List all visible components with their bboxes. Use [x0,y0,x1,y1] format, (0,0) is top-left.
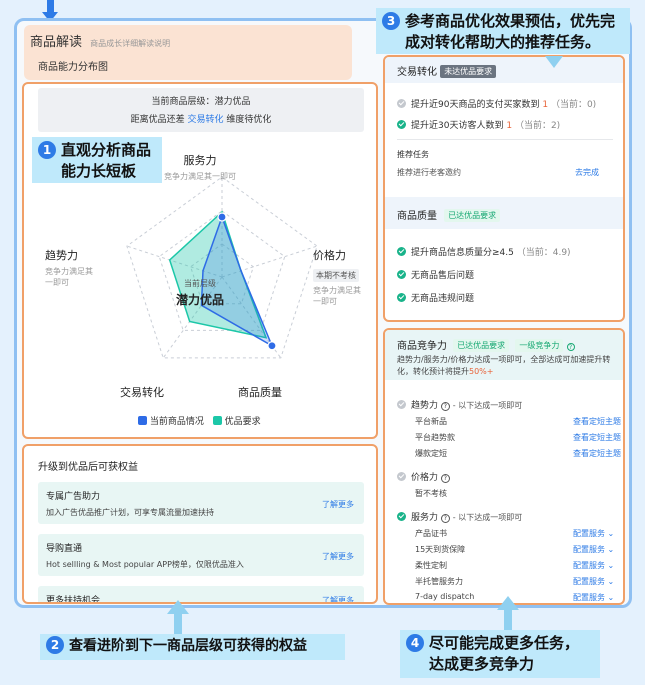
service-item-2: 15天到货保障 [415,545,466,554]
trend-item-2: 平台趋势款 [415,433,455,442]
trade-task-2: 提升近30天访客人数到 1 （当前：2) [397,118,560,131]
group-trend: 趋势力 ? - 以下达成一项即可 [397,398,522,411]
benefit-guide[interactable]: 导购直通 Hot sellling & Most popular APP榜单，仅… [38,534,364,576]
radar-point-1 [217,212,227,222]
trend-link-1[interactable]: 查看定短主题 [573,416,621,427]
radar-legend: 当前商品情况 优品要求 [138,414,261,427]
compete-badge-1: 已达优品要求 [453,339,510,352]
axis-price: 价格力 本期不考核 竞争力满足其一即可 [313,249,361,306]
price-item-1: 暂不考核 [415,489,447,498]
price-badge: 本期不考核 [313,269,359,282]
service-link-4[interactable]: 配置服务 ⌄ [573,576,614,587]
trend-link-2[interactable]: 查看定短主题 [573,432,621,443]
quality-task-3: 无商品违规问题 [397,291,474,304]
check-icon [397,247,406,256]
chevron-down-icon: ⌄ [605,561,615,570]
service-item-3: 柔性定制 [415,561,447,570]
benefits-title: 升级到优品后可获权益 [38,462,138,473]
chevron-down-icon: ⌄ [605,593,615,602]
section-title: 商品能力分布图 [38,62,108,73]
legend-required-swatch [212,416,222,425]
recommend-title: 推荐任务 [397,150,429,159]
pending-icon [397,472,406,481]
group-price: 价格力 ? [397,470,450,483]
service-link-1[interactable]: 配置服务 ⌄ [573,528,614,539]
note-3: 3 参考商品优化效果预估，优先完 成对转化帮助大的推荐任务。 [376,8,630,54]
compete-panel: 商品竞争力 已达优品要求 一级竞争力 ? 趋势力/服务力/价格力达成一项即可，全… [383,328,625,605]
trade-title: 交易转化 未达优品要求 [397,63,497,78]
trend-item-3: 爆款定短 [415,449,447,458]
help-icon[interactable]: ? [440,474,450,483]
chevron-down-icon: ⌄ [605,577,615,586]
quality-task-2: 无商品售后问题 [397,268,474,281]
note-4-arrow [497,596,519,634]
compete-desc: 趋势力/服务力/价格力达成一项即可，全部达成可加速提升转化，转化预计将提升50%… [397,355,611,376]
trade-panel: 交易转化 未达优品要求 提升近90天商品的支付买家数到 1 （当前：0) 提升近… [383,55,625,322]
trend-link-3[interactable]: 查看定短主题 [573,448,621,459]
recommend-link[interactable]: 去完成 [575,167,599,178]
benefit-ads[interactable]: 专属广告助力 加入广告优品推广计划，可享专属流量加速扶持 了解更多 [38,482,364,524]
service-link-2[interactable]: 配置服务 ⌄ [573,544,614,555]
note-2: 2 查看进阶到下一商品层级可获得的权益 [40,634,345,660]
note-2-arrow [167,600,189,634]
radar-point-3 [267,341,277,351]
benefit-more[interactable]: 更多扶持机会 了解更多 [38,586,364,602]
benefits-panel: 升级到优品后可获权益 专属广告助力 加入广告优品推广计划，可享专属流量加速扶持 … [22,444,378,604]
check-icon [397,120,406,129]
benefit-guide-link[interactable]: 了解更多 [322,551,354,562]
trend-item-1: 平台新品 [415,417,447,426]
trade-task-1: 提升近90天商品的支付买家数到 1 （当前：0) [397,97,596,110]
pending-icon [397,99,406,108]
note-4: 4 尽可能完成更多任务， 达成更多竞争力 [400,630,600,678]
page-subtitle: 商品成长详细解读说明 [90,39,171,48]
help-icon[interactable]: ? [566,343,575,351]
recommend-item: 推荐进行老客邀约 [397,168,461,177]
axis-service: 服务力 竞争力满足其一即可 [164,154,236,181]
check-icon [397,270,406,279]
benefit-more-link[interactable]: 了解更多 [322,595,354,602]
check-icon [397,293,406,302]
pending-icon [397,400,406,409]
trade-divider [397,139,613,140]
radar-center-label: 当前层级 潜力优品 [175,279,224,307]
axis-trend: 趋势力 竞争力满足其一即可 [45,249,93,287]
help-icon[interactable]: ? [440,514,450,523]
trade-badge: 未达优品要求 [440,65,497,78]
chevron-down-icon: ⌄ [605,545,615,554]
service-item-5: 7-day dispatch [415,592,475,601]
quality-title: 商品质量 已达优品要求 [397,207,501,222]
axis-trade: 交易转化 [120,386,164,399]
quality-badge: 已达优品要求 [444,209,501,222]
compete-title: 商品竞争力 已达优品要求 一级竞争力 ? [397,337,575,352]
note-1: 1 直观分析商品 能力长短板 [32,137,162,183]
quality-task-1: 提升商品信息质量分≥4.5 （当前：4.9) [397,245,571,258]
chevron-down-icon: ⌄ [605,529,615,538]
group-service: 服务力 ? - 以下达成一项即可 [397,510,522,523]
note-3-arrow [545,56,563,68]
service-link-3[interactable]: 配置服务 ⌄ [573,560,614,571]
compete-badge-2: 一级竞争力 [515,339,564,352]
axis-quality: 商品质量 [238,386,282,399]
check-icon [397,512,406,521]
service-item-4: 半托管服务力 [415,577,463,586]
service-link-5[interactable]: 配置服务 ⌄ [573,592,614,603]
service-item-1: 产品证书 [415,529,447,538]
help-icon[interactable]: ? [440,402,450,411]
legend-current-swatch [138,416,147,425]
benefit-ads-link[interactable]: 了解更多 [322,499,354,510]
page-title: 商品解读 商品成长详细解读说明 [30,35,171,50]
